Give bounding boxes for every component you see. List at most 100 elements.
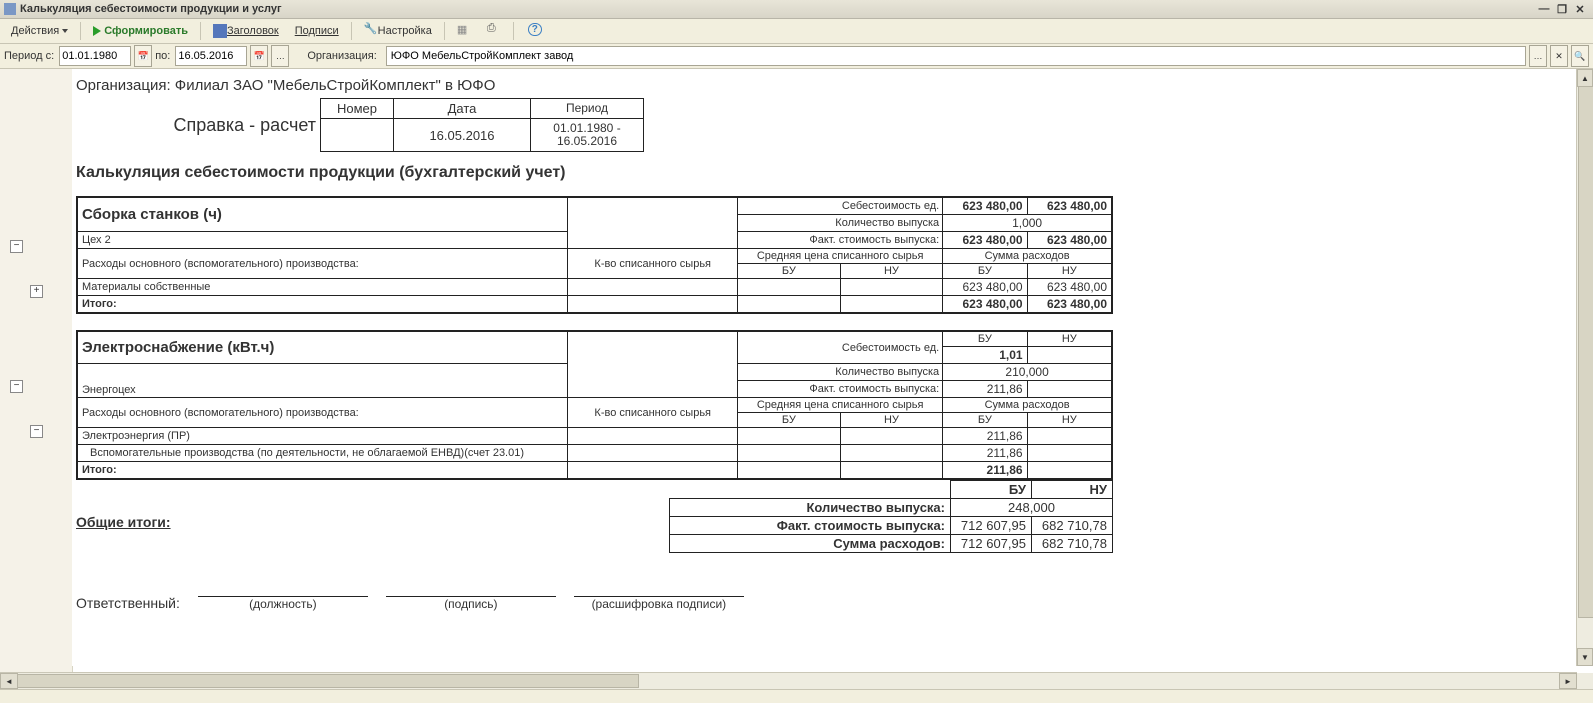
tot-qty-label: Количество выпуска:: [670, 499, 951, 517]
row-name: Материалы собственные: [77, 279, 568, 296]
collapse-node-block2[interactable]: −: [10, 380, 23, 393]
fact-cost-label2: Факт. стоимость выпуска:: [738, 381, 943, 398]
tot-nu-hdr: НУ: [1032, 481, 1113, 499]
expand-node-block1-detail[interactable]: +: [30, 285, 43, 298]
org-open-button[interactable]: 🔍: [1571, 45, 1589, 67]
table-view-button[interactable]: [450, 19, 478, 43]
col-date: Дата: [394, 99, 531, 119]
restore-button[interactable]: ❐: [1553, 2, 1571, 16]
minimize-button[interactable]: —: [1535, 2, 1553, 16]
avg-bu: БУ: [738, 264, 841, 279]
scroll-up-button[interactable]: ▲: [1577, 69, 1593, 87]
main-toolbar: Действия Сформировать Заголовок Подписи …: [0, 19, 1593, 44]
tot-fact-label: Факт. стоимость выпуска:: [670, 517, 951, 535]
b2-total: 211,86: [943, 462, 1027, 480]
generate-button[interactable]: Сформировать: [86, 19, 195, 43]
sum-bu: БУ: [943, 264, 1027, 279]
report-body: Организация: Филиал ЗАО "МебельСтройКомп…: [72, 69, 1577, 617]
block1-unitcost-nu: 623 480,00: [1027, 197, 1112, 215]
cell-period: 01.01.1980 - 16.05.2016: [531, 119, 644, 152]
sum-nu: НУ: [1027, 264, 1112, 279]
document-header: Справка - расчет Номер Дата Период 16.05…: [76, 98, 1573, 152]
block1-fact-nu: 623 480,00: [1027, 232, 1112, 249]
cell-date: 16.05.2016: [394, 119, 531, 152]
signatures-button[interactable]: Подписи: [288, 19, 346, 43]
expenses-caption: Расходы основного (вспомогательного) про…: [77, 249, 568, 279]
collapse-node-block1[interactable]: −: [10, 240, 23, 253]
b2-row0-name: Электроэнергия (ПР): [77, 428, 568, 445]
b2-nu-hdr: НУ: [1027, 331, 1112, 347]
header-icon: [213, 24, 227, 38]
separator: [80, 22, 81, 40]
col-period: Период: [531, 99, 644, 119]
itogo-label2: Итого:: [77, 462, 568, 480]
unit-cost-label2: Себестоимость ед.: [738, 331, 943, 364]
row-bu: 623 480,00: [943, 279, 1027, 296]
scroll-thumb-h[interactable]: [17, 674, 639, 688]
status-bar: [0, 689, 1593, 703]
block1-fact-bu: 623 480,00: [943, 232, 1027, 249]
scroll-down-button[interactable]: ▼: [1577, 648, 1593, 666]
totals-table: БУ НУ Количество выпуска: 248,000 Факт. …: [669, 480, 1113, 553]
date-from-input[interactable]: [59, 46, 131, 66]
period-from-label: Период с:: [4, 50, 54, 62]
org-clear-button[interactable]: ✕: [1550, 45, 1568, 67]
tot-fact-bu: 712 607,95: [951, 517, 1032, 535]
table-icon: [457, 24, 471, 38]
org-select-button[interactable]: …: [1529, 45, 1547, 67]
signatures-label: Подписи: [295, 25, 339, 37]
wrench-icon: [364, 24, 378, 38]
b2-row1-nu: [1027, 445, 1112, 462]
header-button[interactable]: Заголовок: [206, 19, 286, 43]
print-button[interactable]: [480, 19, 508, 43]
actions-menu[interactable]: Действия: [4, 19, 75, 43]
setup-button[interactable]: Настройка: [357, 19, 439, 43]
date-from-calendar-button[interactable]: 📅: [134, 45, 152, 67]
horizontal-scrollbar[interactable]: ◄ ►: [0, 672, 1577, 689]
scroll-left-button[interactable]: ◄: [0, 673, 18, 689]
printer-icon: [487, 24, 501, 38]
separator: [513, 22, 514, 40]
sum-cost-label2: Сумма расходов: [943, 398, 1112, 413]
date-to-calendar-button[interactable]: 📅: [250, 45, 268, 67]
caption-signature: (подпись): [444, 597, 497, 611]
window-title: Калькуляция себестоимости продукции и ус…: [20, 3, 282, 15]
b2-qty: 210,000: [943, 364, 1112, 381]
help-icon: [526, 24, 540, 38]
b2-row1-name: Вспомогательные производства (по деятель…: [77, 445, 568, 462]
expenses-caption2: Расходы основного (вспомогательного) про…: [77, 398, 568, 428]
sum-nu2: НУ: [1027, 413, 1112, 428]
separator: [351, 22, 352, 40]
qty-mat-label2: К-во списанного сырья: [568, 398, 738, 428]
b2-row0-nu: [1027, 428, 1112, 445]
block1-qty: 1,000: [943, 215, 1112, 232]
avg-price-label2: Средняя цена списанного сырья: [738, 398, 943, 413]
tot-qty: 248,000: [951, 499, 1113, 517]
separator: [200, 22, 201, 40]
cell-number: [321, 119, 394, 152]
block1-total-nu: 623 480,00: [1027, 296, 1112, 314]
document-info-table: Номер Дата Период 16.05.2016 01.01.1980 …: [320, 98, 644, 152]
period-picker-button[interactable]: …: [271, 45, 289, 67]
window-titlebar: Калькуляция себестоимости продукции и ус…: [0, 0, 1593, 19]
b2-unitcost: 1,01: [943, 347, 1027, 364]
b2-row0-bu: 211,86: [943, 428, 1027, 445]
organization-input[interactable]: [386, 46, 1526, 66]
scroll-right-button[interactable]: ►: [1559, 673, 1577, 689]
unit-cost-label: Себестоимость ед.: [738, 197, 943, 215]
collapse-node-block2-detail[interactable]: −: [30, 425, 43, 438]
actions-label: Действия: [11, 25, 59, 37]
block2-table: Электроснабжение (кВт.ч) Себестоимость е…: [76, 330, 1113, 480]
scroll-thumb-v[interactable]: [1578, 86, 1593, 618]
tot-sum-nu: 682 710,78: [1032, 535, 1113, 553]
close-button[interactable]: ✕: [1571, 2, 1589, 16]
help-button[interactable]: [519, 19, 547, 43]
signature-area: Ответственный: (должность) (подпись) (ра…: [76, 595, 1573, 611]
play-icon: [93, 26, 101, 36]
app-icon: [4, 3, 16, 15]
date-to-input[interactable]: [175, 46, 247, 66]
tot-sum-bu: 712 607,95: [951, 535, 1032, 553]
vertical-scrollbar[interactable]: ▲ ▼: [1576, 69, 1593, 666]
separator: [444, 22, 445, 40]
outline-margin: − + − −: [0, 69, 73, 689]
